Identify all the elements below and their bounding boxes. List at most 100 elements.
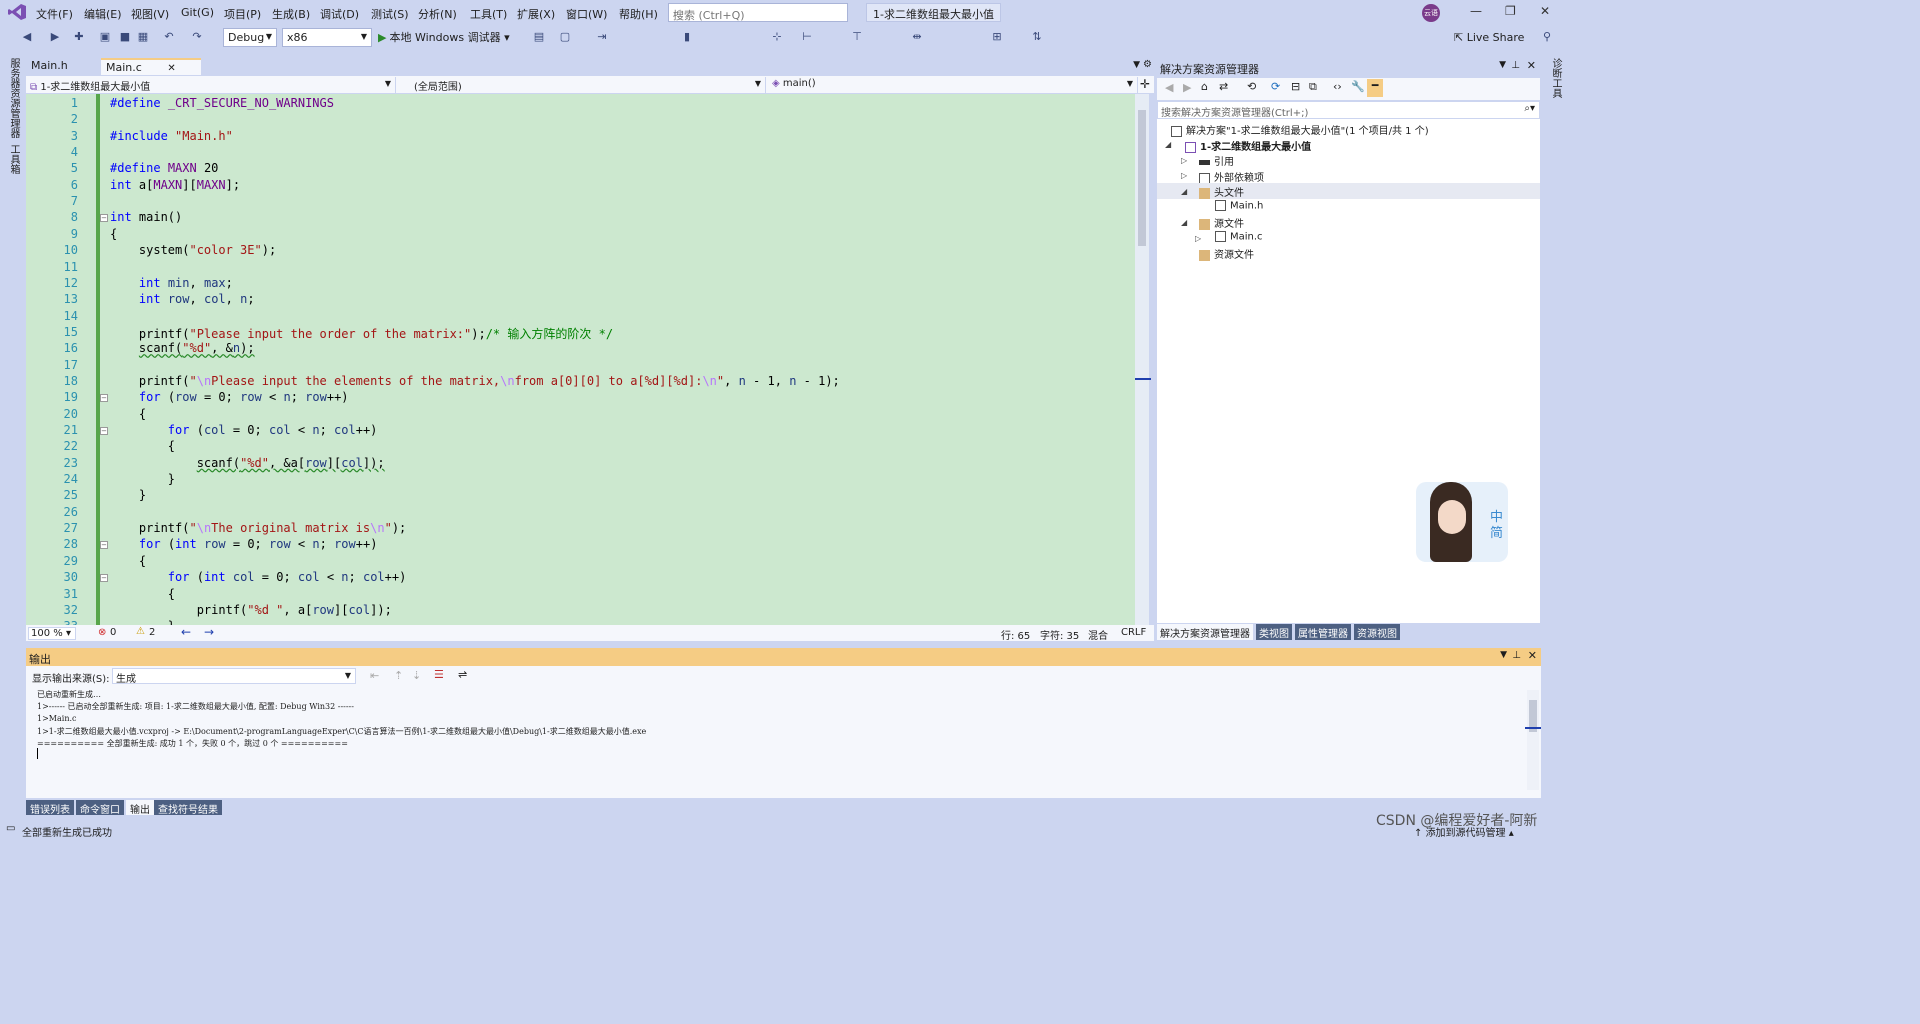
code-line[interactable]: #include "Main.h" <box>110 129 233 143</box>
tab-command-window[interactable]: 命令窗口 <box>76 800 124 816</box>
save-all-icon[interactable]: ▦ <box>136 30 150 44</box>
diagnostic-tools-tab[interactable]: 诊断工具 <box>1548 58 1563 98</box>
align-left-icon[interactable]: ⊢ <box>800 30 814 44</box>
collapsed-arrow-icon[interactable]: ▷ <box>1181 171 1187 180</box>
tab-mode[interactable]: 混合 <box>1088 627 1108 642</box>
tree-item-source-files[interactable]: 源文件 <box>1199 215 1244 230</box>
tab-output[interactable]: 输出 <box>126 800 154 816</box>
project-dropdown[interactable]: ⧉ 1-求二维数组最大最小值 ▼ <box>26 77 396 93</box>
code-line[interactable]: for (col = 0; col < n; col++) <box>110 423 378 437</box>
arrow-left-icon[interactable]: ← <box>181 625 191 639</box>
avatar[interactable]: 云语 <box>1422 4 1440 22</box>
code-icon[interactable]: ‹› <box>1333 80 1342 93</box>
close-icon[interactable]: ✕ <box>1528 649 1537 662</box>
clear-all-icon[interactable]: ☰ <box>434 668 444 681</box>
member-dropdown[interactable]: ◈ main() ▼ <box>768 77 1138 93</box>
toolbox-tab[interactable]: 工具箱 <box>6 144 21 174</box>
forward-icon[interactable]: ▶ <box>48 30 62 44</box>
switch-view-icon[interactable]: ⇄ <box>1219 80 1228 93</box>
pin-icon[interactable]: ⊥ <box>1512 650 1521 661</box>
preview-icon[interactable]: ━ <box>1367 79 1383 97</box>
tab-find-symbol-results[interactable]: 查找符号结果 <box>154 800 222 816</box>
tree-item-external-deps[interactable]: 外部依赖项 <box>1199 169 1264 184</box>
fold-toggle-icon[interactable]: − <box>100 394 108 403</box>
collapsed-arrow-icon[interactable]: ▷ <box>1181 156 1187 165</box>
code-line[interactable]: { <box>110 407 146 421</box>
dropdown-icon[interactable]: ▼ <box>1499 60 1506 70</box>
tree-project-node[interactable]: 1-求二维数组最大最小值 <box>1185 138 1311 153</box>
tab-property-manager[interactable]: 属性管理器 <box>1295 624 1351 640</box>
fold-toggle-icon[interactable]: − <box>100 427 108 435</box>
back-icon[interactable]: ◀ <box>20 30 34 44</box>
tab-class-view[interactable]: 类视图 <box>1256 624 1292 640</box>
code-line[interactable]: { <box>110 554 146 568</box>
code-line[interactable]: { <box>110 227 117 241</box>
tree-item-references[interactable]: 引用 <box>1199 153 1234 168</box>
menu-item[interactable]: 工具(T) <box>470 6 507 22</box>
dropdown-icon[interactable]: ▼ <box>1500 650 1507 660</box>
menu-item[interactable]: 编辑(E) <box>84 6 122 22</box>
tab-solution-explorer[interactable]: 解决方案资源管理器 <box>1157 624 1253 640</box>
dropdown-icon[interactable]: ▼ <box>1133 60 1140 70</box>
menu-item[interactable]: 项目(P) <box>224 6 261 22</box>
center-icon[interactable]: ⊞ <box>990 30 1004 44</box>
bookmark-icon[interactable]: ▮ <box>680 30 694 44</box>
menu-item[interactable]: 分析(N) <box>418 6 457 22</box>
align-top-icon[interactable]: ⊤ <box>850 30 864 44</box>
tree-solution-node[interactable]: 解决方案"1-求二维数组最大最小值"(1 个项目/共 1 个) <box>1171 122 1429 137</box>
tree-item-resource-files[interactable]: 资源文件 <box>1199 246 1254 261</box>
solution-search-input[interactable]: 搜索解决方案资源管理器(Ctrl+;) ⌕▾ <box>1157 101 1540 119</box>
history-icon[interactable]: ⟲ <box>1247 80 1256 93</box>
tree-item-main-c[interactable]: Main.c <box>1215 231 1263 243</box>
order-icon[interactable]: ⇅ <box>1030 30 1044 44</box>
code-line[interactable]: int main() <box>110 210 182 224</box>
split-icon[interactable]: ✛ <box>1140 77 1150 91</box>
menu-item[interactable]: 文件(F) <box>36 6 73 22</box>
code-line[interactable]: printf("\nPlease input the elements of t… <box>110 374 840 388</box>
tab-resource-view[interactable]: 资源视图 <box>1354 624 1400 640</box>
home-icon[interactable]: ⌂ <box>1201 80 1208 93</box>
step-icon[interactable]: ⇥ <box>595 30 609 44</box>
server-explorer-tab[interactable]: 服务器资源管理器 <box>6 58 21 138</box>
expanded-arrow-icon[interactable]: ◢ <box>1181 218 1187 227</box>
code-line[interactable]: #define _CRT_SECURE_NO_WARNINGS <box>110 96 334 110</box>
align-icon[interactable]: ⊹ <box>770 30 784 44</box>
forward-icon[interactable]: ▶ <box>1183 81 1191 94</box>
code-line[interactable]: scanf("%d", &n); <box>110 341 255 355</box>
word-wrap-icon[interactable]: ⇌ <box>458 668 467 681</box>
refresh-icon[interactable]: ⟳ <box>1271 80 1280 93</box>
restore-icon[interactable]: ❐ <box>1505 4 1516 18</box>
code-line[interactable]: printf("\nThe original matrix is\n"); <box>110 521 406 535</box>
output-source-select[interactable]: 生成 ▼ <box>112 668 356 685</box>
screenshot-icon[interactable]: ▢ <box>558 30 572 44</box>
code-line[interactable]: for (int row = 0; row < n; row++) <box>110 537 378 551</box>
code-line[interactable]: int min, max; <box>110 276 233 290</box>
start-debugging-button[interactable]: ▶ 本地 Windows 调试器 ▾ <box>378 29 510 45</box>
code-line[interactable]: system("color 3E"); <box>110 243 276 257</box>
menu-item[interactable]: 窗口(W) <box>566 6 607 22</box>
code-line[interactable]: printf("Please input the order of the ma… <box>110 325 613 342</box>
minimize-icon[interactable]: — <box>1470 4 1482 18</box>
fold-toggle-icon[interactable]: − <box>100 541 108 550</box>
search-input[interactable]: 搜索 (Ctrl+Q) ⌕ <box>668 3 848 22</box>
back-icon[interactable]: ◀ <box>1165 81 1173 94</box>
new-project-icon[interactable]: ✚ <box>72 30 86 44</box>
close-icon[interactable]: ✕ <box>1540 4 1550 18</box>
scrollbar-thumb[interactable] <box>1138 110 1146 246</box>
tab-main-h[interactable]: Main.h <box>26 58 101 75</box>
close-icon[interactable]: ✕ <box>167 63 175 74</box>
spacing-icon[interactable]: ⇹ <box>910 30 924 44</box>
collapse-icon[interactable]: ⊟ <box>1291 80 1300 93</box>
open-folder-icon[interactable]: ▣ <box>98 30 112 44</box>
show-all-icon[interactable]: ⧉ <box>1309 80 1317 94</box>
code-line[interactable]: { <box>110 439 175 453</box>
error-icon[interactable]: ⊗ <box>98 627 106 638</box>
undo-icon[interactable]: ↶ <box>162 30 176 44</box>
code-line[interactable]: int a[MAXN][MAXN]; <box>110 178 240 192</box>
collapsed-arrow-icon[interactable]: ▷ <box>1195 234 1201 243</box>
code-line[interactable]: } <box>110 488 146 502</box>
gear-icon[interactable]: ⚙ <box>1143 59 1152 70</box>
floating-ime-widget[interactable]: 中 简 <box>1416 482 1508 562</box>
goto-down-icon[interactable]: ⇣ <box>412 669 421 682</box>
warning-icon[interactable]: ⚠ <box>136 626 145 637</box>
